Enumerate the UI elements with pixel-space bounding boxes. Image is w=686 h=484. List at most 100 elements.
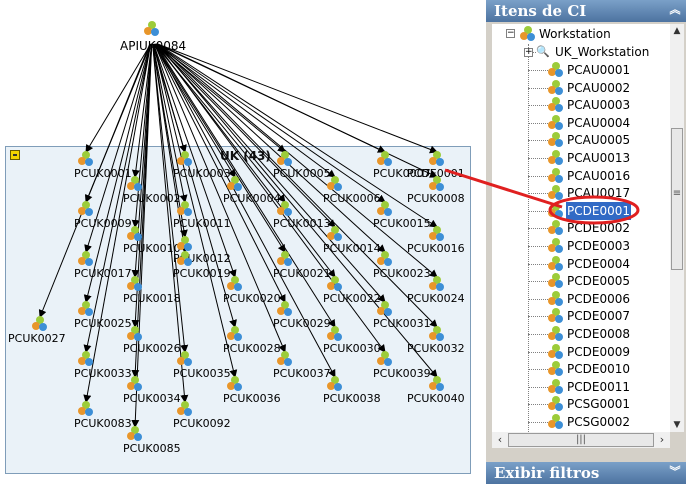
ci-node[interactable]: PCUK0014	[323, 226, 381, 255]
scroll-right-icon[interactable]: ›	[654, 432, 670, 448]
ci-node[interactable]: PCUK0027	[8, 316, 66, 345]
tree-item-label: PCDE0005	[567, 274, 630, 289]
ci-node[interactable]: PCUK0007	[373, 151, 431, 180]
tree-item-label: PCAU0004	[567, 115, 631, 130]
ci-node[interactable]: PCUK0005	[273, 151, 331, 180]
ci-node[interactable]: PCUK0038	[323, 376, 381, 405]
tree-connector	[528, 105, 548, 107]
ci-node-icon	[277, 351, 293, 367]
vertical-scroll-thumb[interactable]: ≡	[671, 128, 683, 270]
ci-node[interactable]: PCUK0026	[123, 326, 181, 355]
ci-node[interactable]: PCUK0018	[123, 276, 181, 305]
ci-node[interactable]: PCUK0019	[173, 251, 231, 280]
ci-node[interactable]: PCUK0016	[407, 226, 465, 255]
ci-node[interactable]: PCUK0009	[74, 201, 132, 230]
ci-node[interactable]: PCUK0037	[273, 351, 331, 380]
ci-node-icon	[377, 351, 393, 367]
root-node[interactable]: APIUK0084	[120, 21, 186, 53]
vertical-scrollbar[interactable]: ▲ ≡ ▼	[670, 24, 684, 432]
ci-node-label: PCUK0039	[373, 367, 431, 380]
scroll-down-icon[interactable]: ▼	[670, 418, 684, 432]
tree-connector	[528, 87, 548, 89]
ci-item-icon	[548, 97, 564, 113]
ci-node[interactable]: PCUK0013	[273, 201, 331, 230]
ci-node[interactable]: PCUK0008	[407, 176, 465, 205]
ci-node[interactable]: PCUK0012	[173, 236, 231, 265]
ci-node[interactable]: PCUK0029	[273, 301, 331, 330]
double-chevron-up-icon[interactable]: ︽	[668, 3, 682, 17]
ci-tree[interactable]: − Workstation + 🔍 UK_Workstation PCAU0001 PCAU…	[492, 24, 670, 432]
ci-node-icon	[78, 301, 94, 317]
ci-node[interactable]: PCUK0083	[74, 401, 132, 430]
topology-canvas[interactable]: UK (43) APIUK0084 PCUK0001 PCUK0003 PCUK000…	[0, 0, 482, 484]
tree-item-label: PCSG0001	[567, 397, 631, 412]
ci-node[interactable]: PCUK0022	[323, 276, 381, 305]
ci-node[interactable]: PCUK0034	[123, 376, 181, 405]
collapse-workstation-expander[interactable]: −	[506, 29, 515, 38]
ci-node[interactable]: PCUK0011	[173, 201, 231, 230]
ci-item-icon	[548, 361, 564, 377]
ci-node-label: PCUK0001	[74, 167, 132, 180]
ci-node-label: PCUK0040	[407, 392, 465, 405]
ci-node[interactable]: PCUK0023	[373, 251, 431, 280]
ci-node-label: PCUK0027	[8, 332, 66, 345]
ci-item-icon	[548, 378, 564, 395]
ci-node[interactable]: PCUK0020	[223, 276, 281, 305]
expand-uk-workstation-expander[interactable]: +	[524, 48, 533, 57]
filters-panel-header[interactable]: Exibir filtros ︾	[486, 462, 686, 484]
ci-node[interactable]: PCUK0001	[74, 151, 132, 180]
ci-node[interactable]: PCUK0025	[74, 301, 132, 330]
tree-item-label: PCDE0009	[567, 344, 630, 359]
ci-item-icon	[548, 414, 564, 430]
ci-node-label: PCUK0032	[407, 342, 465, 355]
ci-node-label: PCUK0035	[173, 367, 231, 380]
ci-node[interactable]: PCUK0092	[173, 401, 231, 430]
ci-node-icon	[327, 376, 343, 392]
horizontal-scroll-thumb[interactable]: |||	[508, 433, 654, 447]
double-chevron-down-icon[interactable]: ︾	[668, 465, 682, 479]
ci-node[interactable]: PCUK0031	[373, 301, 431, 330]
ci-node[interactable]: PCUK0015	[373, 201, 431, 230]
ci-node-label: PCUK0029	[273, 317, 331, 330]
ci-node[interactable]: PCUK0085	[123, 426, 181, 455]
ci-node-icon	[78, 151, 94, 167]
ci-node-icon	[227, 376, 243, 392]
tree-connector	[528, 228, 548, 230]
ci-node[interactable]: PCUK0010	[123, 226, 181, 255]
ci-item-icon	[548, 114, 564, 131]
horizontal-scrollbar[interactable]: ‹ ||| ›	[492, 432, 670, 448]
tree-item-label: PCDE0003	[567, 239, 630, 253]
ci-node[interactable]: PCUK0028	[223, 326, 281, 355]
ci-node[interactable]: PCUK0021	[273, 251, 331, 280]
ci-node-label: PCUK0083	[74, 417, 132, 430]
ci-node[interactable]: PCDE0001	[407, 151, 465, 180]
ci-node[interactable]: PCUK0017	[74, 251, 132, 280]
ci-node[interactable]: PCUK0032	[407, 326, 465, 355]
ci-node-icon	[177, 151, 193, 167]
edge-line	[157, 43, 438, 178]
ci-item-icon	[548, 220, 564, 236]
ci-node-label: PCUK0020	[223, 292, 281, 305]
ci-node-label: PCUK0021	[273, 267, 331, 280]
scroll-up-icon[interactable]: ▲	[670, 24, 684, 38]
ci-node[interactable]: PCUK0033	[74, 351, 132, 380]
ci-node-icon	[277, 301, 293, 317]
ci-node-icon	[277, 251, 293, 267]
ci-node[interactable]: PCUK0030	[323, 326, 381, 355]
ci-node[interactable]: PCUK0004	[223, 176, 281, 205]
ci-node-icon	[78, 351, 94, 367]
ci-node[interactable]: PCUK0040	[407, 376, 465, 405]
ci-node-icon	[127, 426, 143, 442]
ci-node[interactable]: PCUK0024	[407, 276, 465, 305]
tree-item-label: PCAU0017	[567, 186, 631, 201]
panel-header[interactable]: Itens de CI ︽	[486, 0, 686, 22]
ci-node-icon	[429, 276, 445, 292]
ci-node[interactable]: PCUK0003	[173, 151, 231, 180]
ci-node[interactable]: PCUK0039	[373, 351, 431, 380]
ci-node[interactable]: PCUK0035	[173, 351, 231, 380]
scroll-left-icon[interactable]: ‹	[492, 432, 508, 448]
ci-item-icon	[520, 26, 536, 42]
ci-node[interactable]: PCUK0006	[323, 176, 381, 205]
ci-node[interactable]: PCUK0036	[223, 376, 281, 405]
ci-node[interactable]: PCUK0002	[123, 176, 181, 205]
